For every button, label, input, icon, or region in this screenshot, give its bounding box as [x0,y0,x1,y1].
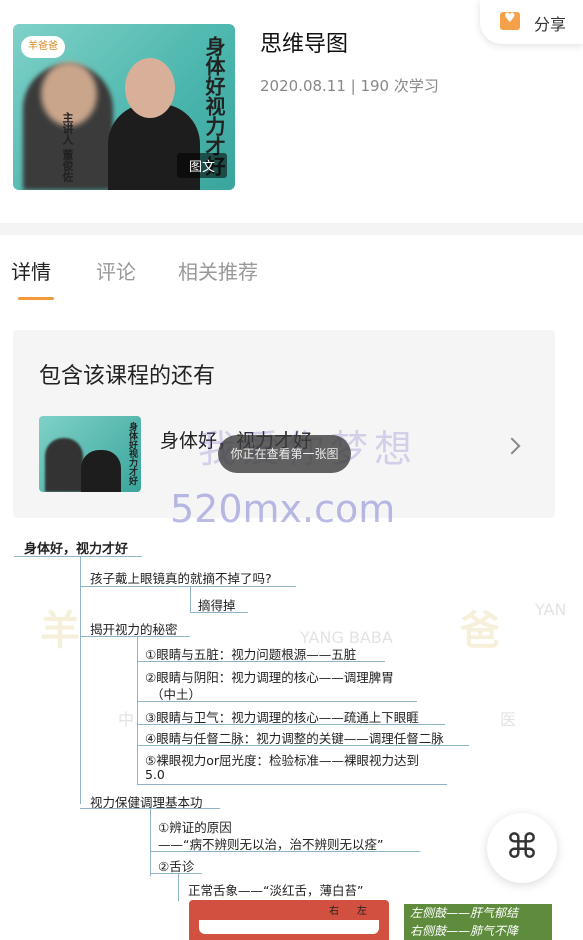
connector [80,636,190,637]
toast-message: 你正在查看第一张图 [218,435,351,473]
tab-comments[interactable]: 评论 [96,256,136,285]
chevron-right-icon[interactable] [503,437,521,455]
tab-details[interactable]: 详情 [11,256,51,285]
bg-watermark: 医 [500,710,517,729]
floating-menu-button[interactable]: ⌘ [487,813,557,883]
mindmap-node: 5.0 [145,767,165,782]
teacher-face [125,58,175,118]
page-title: 思维导图 [260,32,349,57]
share-icon [500,11,520,30]
connector [137,745,469,746]
connector [137,661,385,662]
connector [137,784,447,785]
mind-map-image[interactable]: 羊 爸 中 医 YANG BABA YAN 身体好，视力才好 孩子戴上眼镜真的就… [0,528,583,940]
brand-logo: 羊爸爸 [21,36,65,58]
share-button[interactable]: 分享 [480,0,583,44]
mindmap-node: 孩子戴上眼镜真的就摘不掉了吗? [90,571,272,586]
tongue-label-left: 左 [357,906,367,917]
tongue-label-right: 右 [329,906,339,917]
connector [150,851,420,852]
mindmap-root: 身体好，视力才好 [24,542,129,557]
connector [80,556,81,804]
active-tab-indicator [18,297,54,300]
watermark-url: 520mx.com [170,487,396,531]
tongue-diagram-teeth [199,920,379,934]
connector [137,701,417,702]
connector [150,873,202,874]
connector [80,586,296,587]
related-section-title: 包含该课程的还有 [39,364,216,389]
course-cover[interactable]: 羊爸爸 身体好视力才好 主讲人 董俊佐 图文 [13,24,235,190]
connector [150,808,151,876]
four-petal-menu-icon: ⌘ [505,827,539,867]
related-course-thumbnail[interactable]: 身体好视力才好 [39,416,141,492]
mindmap-node: 正常舌象——“淡红舌，薄白苔” [188,883,364,898]
connector [14,556,142,557]
thumb-person-blurred [45,438,83,492]
section-divider [0,223,583,235]
bg-watermark: YAN [535,600,567,619]
share-label: 分享 [534,15,567,34]
note-line: 左侧鼓——肝气郁结 [410,906,519,920]
cover-teacher: 主讲人 董俊佐 [61,112,74,182]
diagnosis-note: 左侧鼓——肝气郁结 右侧鼓——肺气不降 [404,904,552,940]
cover-type-tag: 图文 [176,153,227,178]
page-meta: 2020.08.11 | 190 次学习 [260,77,439,95]
connector [178,873,179,901]
connector [137,724,445,725]
bg-watermark: 中 [118,710,135,729]
mindmap-node: ⑤裸眼视力or屈光度：检验标准——裸眼视力达到 [145,753,419,768]
tongue-diagram: 右 左 [189,900,389,940]
thumb-title: 身体好视力才好 [127,422,137,485]
tab-recommendations[interactable]: 相关推荐 [178,256,258,285]
connector [190,612,248,613]
bg-watermark: 羊 [40,608,80,654]
connector [190,586,191,612]
connector [137,636,138,784]
note-line: 右侧鼓——肺气不降 [410,924,519,938]
bg-watermark: 爸 [460,608,500,654]
